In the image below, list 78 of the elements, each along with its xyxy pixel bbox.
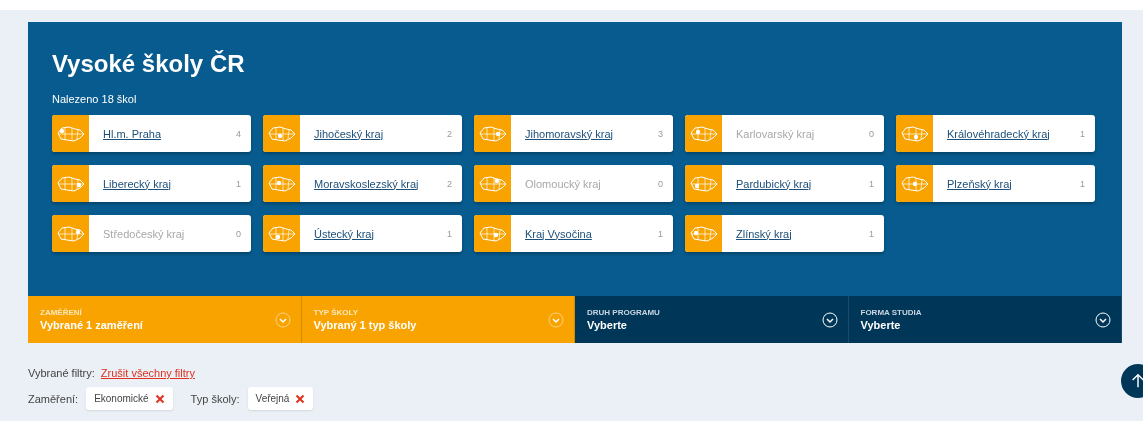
filter-chip[interactable]: Veřejná — [247, 387, 314, 410]
region-card[interactable]: Hl.m. Praha 4 — [52, 115, 251, 152]
school-count: 4 — [236, 128, 242, 139]
map-icon — [55, 124, 86, 143]
filter-label: ZAMĚŘENÍ — [40, 306, 83, 318]
school-count: 0 — [658, 178, 664, 189]
school-count: 1 — [869, 228, 875, 239]
filter-group-label: Zaměření: — [28, 392, 79, 405]
filter-group-label: Typ školy: — [190, 392, 240, 405]
chevron-down-icon — [1095, 311, 1111, 328]
region-card[interactable]: Pardubický kraj 1 — [685, 165, 884, 202]
school-count: 1 — [1080, 178, 1086, 189]
map-icon — [266, 124, 297, 143]
region-name: Zlínský kraj — [735, 227, 793, 240]
region-name: Karlovarský kraj — [735, 127, 816, 140]
region-name: Ústecký kraj — [313, 227, 375, 240]
chevron-down-icon — [274, 311, 291, 328]
map-icon — [55, 224, 86, 243]
map-icon — [899, 124, 930, 143]
school-count: 2 — [447, 178, 453, 189]
results-count: Nalezeno 18 škol — [52, 92, 138, 106]
arrow-up-icon — [1129, 372, 1143, 390]
clear-filters-link[interactable]: Zrušit všechny filtry — [100, 367, 195, 379]
filter-value: Vybrané 1 zaměření — [40, 317, 144, 333]
region-card[interactable]: Zlínský kraj 1 — [685, 215, 884, 252]
region-card[interactable]: Liberecký kraj 1 — [52, 165, 251, 202]
school-count: 1 — [447, 228, 453, 239]
region-name: Olomoucký kraj — [524, 177, 602, 190]
region-name: Jihomoravský kraj — [524, 127, 615, 140]
region-card[interactable]: Ústecký kraj 1 — [263, 215, 462, 252]
map-icon — [688, 174, 719, 193]
region-name: Moravskoslezský kraj — [313, 177, 420, 190]
filter-label: TYP ŠKOLY — [313, 306, 359, 318]
selected-filters-label: Vybrané filtry: — [28, 367, 95, 379]
region-name: Hl.m. Praha — [102, 127, 163, 140]
map-icon — [688, 224, 719, 243]
filter-value: Vyberte — [860, 317, 902, 333]
map-icon — [266, 224, 297, 243]
region-name: Jihočeský kraj — [313, 127, 385, 140]
filter-chip[interactable]: Ekonomické — [86, 387, 173, 410]
school-count: 1 — [869, 178, 875, 189]
region-name: Královéhradecký kraj — [946, 127, 1051, 140]
filter-value: Vyberte — [587, 317, 628, 333]
region-card[interactable]: Jihočeský kraj 2 — [263, 115, 462, 152]
region-name: Pardubický kraj — [735, 177, 813, 190]
remove-icon[interactable] — [154, 393, 165, 404]
map-icon — [477, 124, 508, 143]
region-card[interactable]: Plzeňský kraj 1 — [896, 165, 1095, 202]
region-name: Liberecký kraj — [102, 177, 172, 190]
map-icon — [55, 174, 86, 193]
school-count: 2 — [447, 128, 453, 139]
map-icon — [899, 174, 930, 193]
chevron-down-icon — [821, 311, 838, 328]
map-icon — [688, 124, 719, 143]
school-count: 0 — [869, 128, 875, 139]
map-icon — [477, 224, 508, 243]
school-count: 3 — [658, 128, 664, 139]
region-card[interactable]: Jihomoravský kraj 3 — [474, 115, 673, 152]
region-card[interactable]: Kraj Vysočina 1 — [474, 215, 673, 252]
filter-dropdown[interactable]: FORMA STUDIA Vyberte — [848, 296, 1122, 343]
school-count: 1 — [1080, 128, 1086, 139]
school-count: 0 — [236, 228, 242, 239]
region-card[interactable]: Královéhradecký kraj 1 — [896, 115, 1095, 152]
chevron-down-icon — [548, 311, 564, 328]
region-name: Kraj Vysočina — [524, 227, 593, 240]
school-count: 1 — [236, 178, 242, 189]
region-card[interactable]: Moravskoslezský kraj 2 — [263, 165, 462, 202]
filter-label: DRUH PROGRAMU — [587, 306, 661, 318]
map-icon — [477, 174, 508, 193]
filter-label: FORMA STUDIA — [860, 306, 923, 318]
map-icon — [266, 174, 297, 193]
region-name: Plzeňský kraj — [946, 177, 1013, 190]
filter-dropdown[interactable]: DRUH PROGRAMU Vyberte — [575, 296, 849, 343]
filter-value: Vybraný 1 typ školy — [313, 317, 418, 333]
school-count: 1 — [658, 228, 664, 239]
region-name: Středočeský kraj — [102, 227, 186, 240]
remove-icon[interactable] — [295, 393, 306, 404]
page-title: Vysoké školy ČR — [52, 49, 246, 79]
